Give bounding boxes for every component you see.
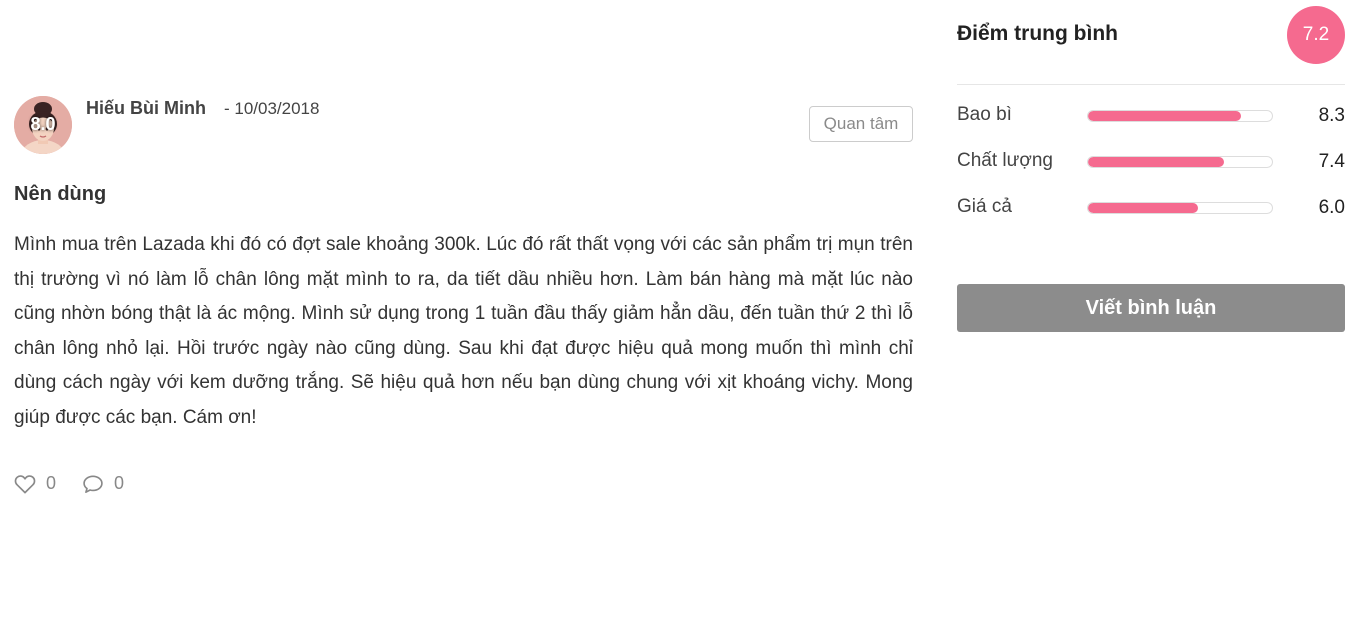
comment-count: 0 — [114, 473, 125, 493]
author-name[interactable]: Hiếu Bùi Minh — [86, 98, 206, 119]
divider — [957, 84, 1345, 85]
criterion-value: 8.3 — [1318, 105, 1345, 126]
criterion-row: Giá cả 6.0 — [957, 192, 1345, 238]
criterion-bar-fill — [1088, 157, 1225, 167]
criterion-label: Chất lượng — [957, 150, 1053, 171]
heart-outline-icon — [14, 474, 36, 493]
criteria-list: Bao bì 8.3 Chất lượng 7.4 Giá cả 6.0 — [957, 100, 1345, 238]
criterion-bar — [1087, 156, 1273, 168]
review-body: Mình mua trên Lazada khi đó có đợt sale … — [14, 234, 913, 428]
comment-bubble-icon — [83, 474, 103, 493]
average-score-badge: 7.2 — [1287, 6, 1345, 64]
criterion-label: Giá cả — [957, 196, 1012, 217]
comment-button[interactable]: 0 — [82, 473, 124, 494]
criterion-row: Chất lượng 7.4 — [957, 146, 1345, 192]
review-title: Nên dùng — [14, 183, 107, 205]
criterion-bar-fill — [1088, 111, 1241, 121]
criterion-row: Bao bì 8.3 — [957, 100, 1345, 146]
avatar[interactable]: 8.0 — [14, 96, 72, 154]
review-date: - 10/03/2018 — [224, 99, 320, 118]
criterion-label: Bao bì — [957, 104, 1012, 125]
write-review-button[interactable]: Viết bình luận — [957, 284, 1345, 332]
panel-title: Điểm trung bình — [957, 22, 1118, 45]
like-count: 0 — [46, 473, 57, 493]
criterion-value: 7.4 — [1318, 151, 1345, 172]
follow-button[interactable]: Quan tâm — [809, 106, 913, 142]
like-button[interactable]: 0 — [14, 473, 56, 494]
criterion-bar-fill — [1088, 203, 1199, 213]
review-actions: 0 0 — [14, 473, 124, 494]
criterion-value: 6.0 — [1318, 197, 1345, 218]
criterion-bar — [1087, 202, 1273, 214]
criterion-bar — [1087, 110, 1273, 122]
avatar-score: 8.0 — [30, 114, 56, 134]
